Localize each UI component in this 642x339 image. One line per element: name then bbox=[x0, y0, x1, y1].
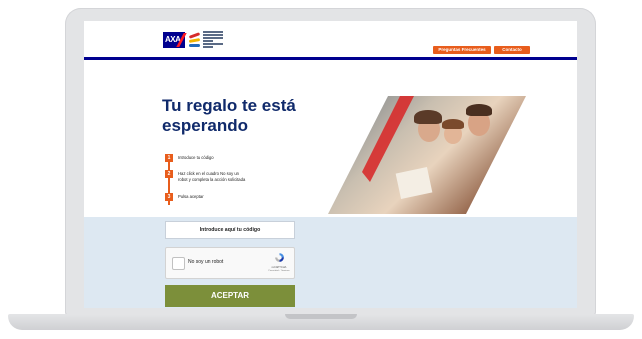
step-number: 2 bbox=[165, 170, 173, 178]
recaptcha-links[interactable]: Privacidad - Términos bbox=[267, 270, 291, 272]
laptop-notch bbox=[285, 314, 357, 319]
step-number: 3 bbox=[165, 193, 173, 201]
site-header: AXA Preguntas Frecuentes Contacto bbox=[84, 21, 577, 57]
paralympic-mark-icon bbox=[188, 32, 201, 47]
step-text: Haz click en el cuadro No soy un robot y… bbox=[178, 171, 246, 182]
header-divider bbox=[84, 57, 577, 60]
hero-title: Tu regalo te está esperando bbox=[162, 96, 296, 135]
faq-link[interactable]: Preguntas Frecuentes bbox=[433, 46, 491, 54]
form-section bbox=[84, 217, 577, 308]
recaptcha-icon bbox=[275, 253, 284, 262]
axa-logo[interactable]: AXA bbox=[163, 32, 187, 48]
recaptcha-label: No soy un robot bbox=[188, 259, 224, 265]
recaptcha-checkbox[interactable] bbox=[172, 257, 185, 270]
recaptcha-widget: No soy un robot reCAPTCHA Privacidad - T… bbox=[165, 247, 295, 279]
contact-link[interactable]: Contacto bbox=[494, 46, 530, 54]
paralympic-committee-logo bbox=[188, 30, 223, 52]
step-text: Pulsa aceptar bbox=[178, 194, 204, 199]
accept-button[interactable]: ACEPTAR bbox=[165, 285, 295, 307]
step-number: 1 bbox=[165, 154, 173, 162]
browser-screen: AXA Preguntas Frecuentes Contacto Tu reg… bbox=[84, 21, 577, 308]
gift-code-input[interactable]: Introduce aquí tu código bbox=[165, 221, 295, 239]
recaptcha-badge: reCAPTCHA Privacidad - Términos bbox=[267, 252, 291, 276]
step-text: Introduce tu código bbox=[178, 155, 214, 160]
family-gift-photo bbox=[328, 96, 526, 214]
